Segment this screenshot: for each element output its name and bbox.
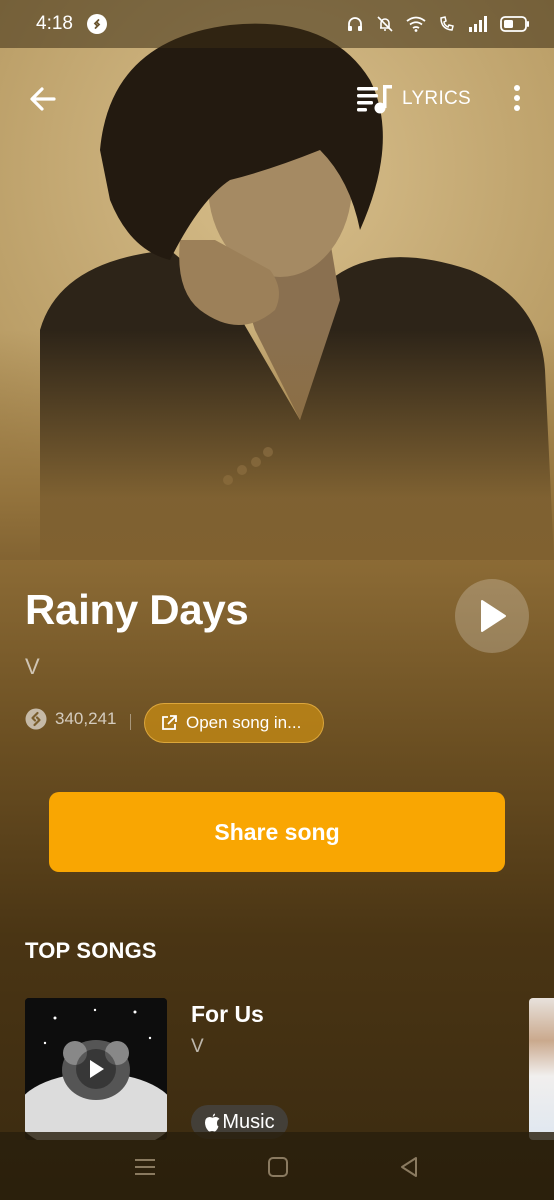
- play-icon: [90, 1060, 104, 1078]
- recent-apps-button[interactable]: [132, 1154, 158, 1180]
- top-songs-heading: TOP SONGS: [25, 938, 157, 963]
- apple-icon: [205, 1113, 220, 1132]
- status-time: 4:18: [36, 13, 73, 34]
- more-options-button[interactable]: [504, 82, 530, 116]
- triangle-back-icon: [401, 1157, 417, 1177]
- battery-icon: [500, 16, 529, 32]
- play-preview-button[interactable]: [455, 579, 529, 653]
- divider: [130, 714, 131, 730]
- song-title: Rainy Days: [25, 586, 249, 633]
- shazam-count: 340,241: [25, 708, 116, 730]
- arrow-left-icon: [30, 87, 56, 111]
- shazam-notification-icon: [86, 14, 107, 34]
- signal-icon: [469, 16, 487, 32]
- system-navigation-bar: [0, 1132, 554, 1200]
- top-song-artist: V: [191, 1036, 204, 1057]
- lyrics-label: LYRICS: [402, 88, 472, 109]
- status-bar: 4:18: [0, 0, 554, 48]
- headphones-icon: [348, 17, 362, 31]
- external-link-icon: [162, 715, 177, 730]
- system-back-button[interactable]: [396, 1154, 422, 1180]
- share-song-label: Share song: [214, 818, 340, 845]
- shazam-count-value: 340,241: [55, 709, 117, 728]
- open-song-in-button[interactable]: Open song in...: [144, 703, 324, 743]
- lyrics-icon: [357, 85, 392, 114]
- apple-music-label: Music: [222, 1110, 275, 1133]
- artist-name[interactable]: V: [25, 654, 40, 680]
- bell-off-icon: [377, 16, 393, 32]
- top-song-artwork[interactable]: [25, 998, 167, 1140]
- top-song-title[interactable]: For Us: [191, 1001, 264, 1028]
- play-icon: [481, 600, 506, 632]
- open-song-in-label: Open song in...: [186, 713, 302, 732]
- next-top-song-card[interactable]: [529, 998, 554, 1140]
- home-square-icon: [268, 1157, 288, 1177]
- top-app-bar: LYRICS: [0, 70, 554, 126]
- back-button[interactable]: [26, 82, 60, 116]
- more-vert-icon: [514, 85, 520, 111]
- share-song-button[interactable]: Share song: [49, 792, 505, 872]
- shazam-icon: [25, 708, 47, 730]
- lyrics-button[interactable]: LYRICS: [356, 82, 471, 116]
- wifi-icon: [406, 16, 426, 32]
- top-song-play-button[interactable]: [76, 1049, 116, 1089]
- menu-icon: [135, 1159, 155, 1175]
- home-button[interactable]: [265, 1154, 291, 1180]
- wifi-calling-icon: [440, 16, 454, 31]
